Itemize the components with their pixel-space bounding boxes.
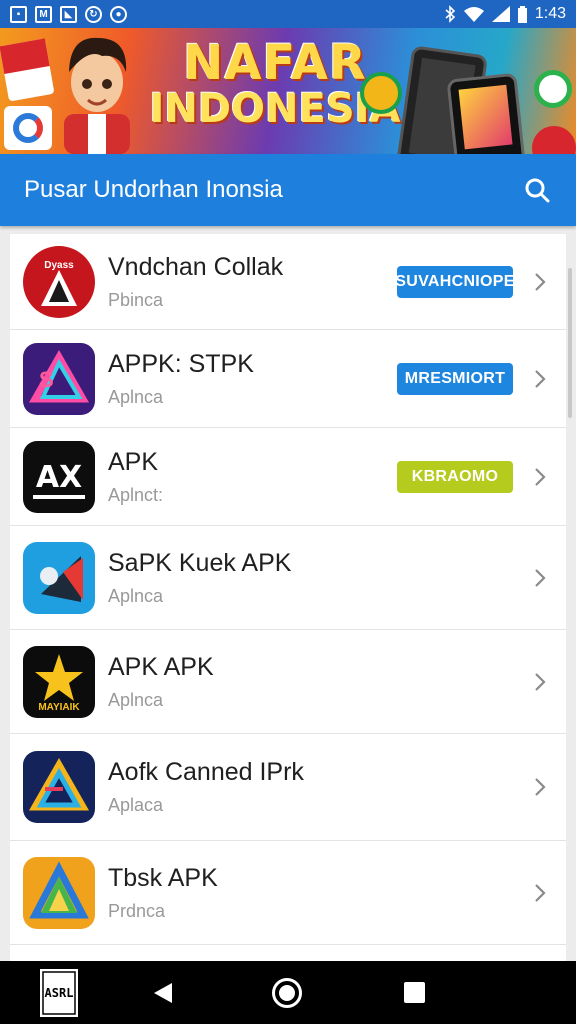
browser-logo-icon bbox=[4, 106, 52, 150]
list-item[interactable]: S APPK: STPK Aplnca MRESMIORT bbox=[10, 330, 566, 428]
home-icon[interactable] bbox=[272, 978, 302, 1008]
navy-triangle-icon bbox=[23, 751, 95, 823]
app-icon-label: Dyass bbox=[44, 260, 74, 271]
ax-logo-icon: AX bbox=[23, 440, 95, 513]
back-icon[interactable] bbox=[152, 981, 174, 1005]
recents-icon[interactable] bbox=[404, 982, 425, 1003]
scrollbar[interactable] bbox=[568, 268, 572, 418]
signal-icon bbox=[491, 6, 510, 22]
list-item[interactable]: SaPK Kuek APK Aplnca bbox=[10, 526, 566, 630]
chevron-right-icon bbox=[530, 667, 550, 697]
chevron-right-icon bbox=[530, 772, 550, 802]
app-subtitle: Aplnca bbox=[108, 689, 164, 710]
system-nav-bar: ASRL bbox=[0, 961, 576, 1024]
app-icon-label: AX bbox=[36, 460, 82, 495]
app-thumbnail[interactable]: ASRL bbox=[40, 969, 78, 1017]
app-subtitle: Aplnct: bbox=[108, 484, 164, 505]
search-icon[interactable] bbox=[522, 175, 552, 205]
chevron-right-icon bbox=[530, 364, 550, 394]
app-icon-label: S bbox=[39, 367, 54, 392]
clock: 1:43 bbox=[534, 5, 566, 22]
record-icon: ● bbox=[110, 5, 127, 23]
notification-icons: ▪ M ◣ ↻ ● bbox=[10, 5, 127, 23]
chrome-badge-icon bbox=[360, 72, 402, 114]
orange-triangle-icon bbox=[23, 856, 95, 929]
gmail-icon: M bbox=[35, 5, 52, 23]
app-subtitle: Pbinca bbox=[108, 289, 164, 310]
wifi-icon bbox=[463, 7, 484, 22]
chevron-right-icon bbox=[530, 563, 550, 593]
app-action-button[interactable]: KBRAOMO bbox=[397, 460, 513, 493]
thumbnail-label: ASRL bbox=[45, 986, 74, 1000]
app-list: Dyass Vndchan Collak Pbinca SUVAHCNIOPE … bbox=[10, 234, 566, 961]
app-subtitle: Aplnca bbox=[108, 585, 164, 606]
notification-icon: ◣ bbox=[60, 5, 77, 23]
app-subtitle: Prdnca bbox=[108, 900, 166, 921]
app-action-button[interactable]: MRESMIORT bbox=[397, 362, 513, 395]
red-circle-arrow-icon: Dyass bbox=[23, 245, 95, 318]
app-name: Vndchan Collak bbox=[108, 252, 284, 281]
image-icon: ▪ bbox=[10, 5, 27, 23]
app-name: APK bbox=[108, 447, 159, 476]
list-item[interactable]: Dyass Vndchan Collak Pbinca SUVAHCNIOPE bbox=[10, 234, 566, 330]
bluetooth-icon bbox=[445, 5, 456, 23]
red-badge-icon bbox=[532, 126, 576, 154]
purple-triangle-icon: S bbox=[23, 342, 95, 415]
app-header: Pusar Undorhan Inonsia bbox=[0, 154, 576, 226]
phone-front-icon bbox=[446, 72, 528, 154]
blue-megaphone-icon bbox=[23, 541, 95, 614]
app-name: APPK: STPK bbox=[108, 349, 254, 378]
list-item[interactable]: MAYIAIK APK APK Aplnca bbox=[10, 630, 566, 734]
page-title: Pusar Undorhan Inonsia bbox=[24, 176, 283, 203]
app-name: APK APK bbox=[108, 652, 214, 681]
battery-icon bbox=[517, 5, 527, 23]
chevron-right-icon bbox=[530, 878, 550, 908]
flag-card-icon bbox=[0, 38, 55, 102]
sync-icon: ↻ bbox=[85, 5, 102, 23]
list-item[interactable]: Tbsk APK Prdnca bbox=[10, 841, 566, 945]
promo-banner[interactable]: NAFAR INDONESIA bbox=[0, 28, 576, 154]
list-item[interactable]: Aofk Canned IPrk Aplaca bbox=[10, 734, 566, 841]
app-subtitle: Aplaca bbox=[108, 795, 164, 815]
status-bar: ▪ M ◣ ↻ ● 1:43 bbox=[0, 0, 576, 28]
mascot-boy-icon bbox=[64, 37, 130, 154]
chevron-right-icon bbox=[530, 462, 550, 492]
app-action-button[interactable]: SUVAHCNIOPE bbox=[395, 265, 514, 298]
app-icon-label: MAYIAIK bbox=[38, 702, 80, 713]
app-subtitle: Aplnca bbox=[108, 386, 164, 407]
app-name: SaPK Kuek APK bbox=[108, 548, 292, 577]
system-icons: 1:43 bbox=[444, 5, 566, 23]
list-item[interactable]: AX APK Aplnct: KBRAOMO bbox=[10, 428, 566, 526]
app-name: Tbsk APK bbox=[108, 863, 218, 892]
green-badge-icon bbox=[534, 70, 572, 108]
gold-star-icon: MAYIAIK bbox=[23, 645, 95, 718]
chevron-right-icon bbox=[530, 267, 550, 297]
app-name: Aofk Canned IPrk bbox=[108, 758, 304, 786]
